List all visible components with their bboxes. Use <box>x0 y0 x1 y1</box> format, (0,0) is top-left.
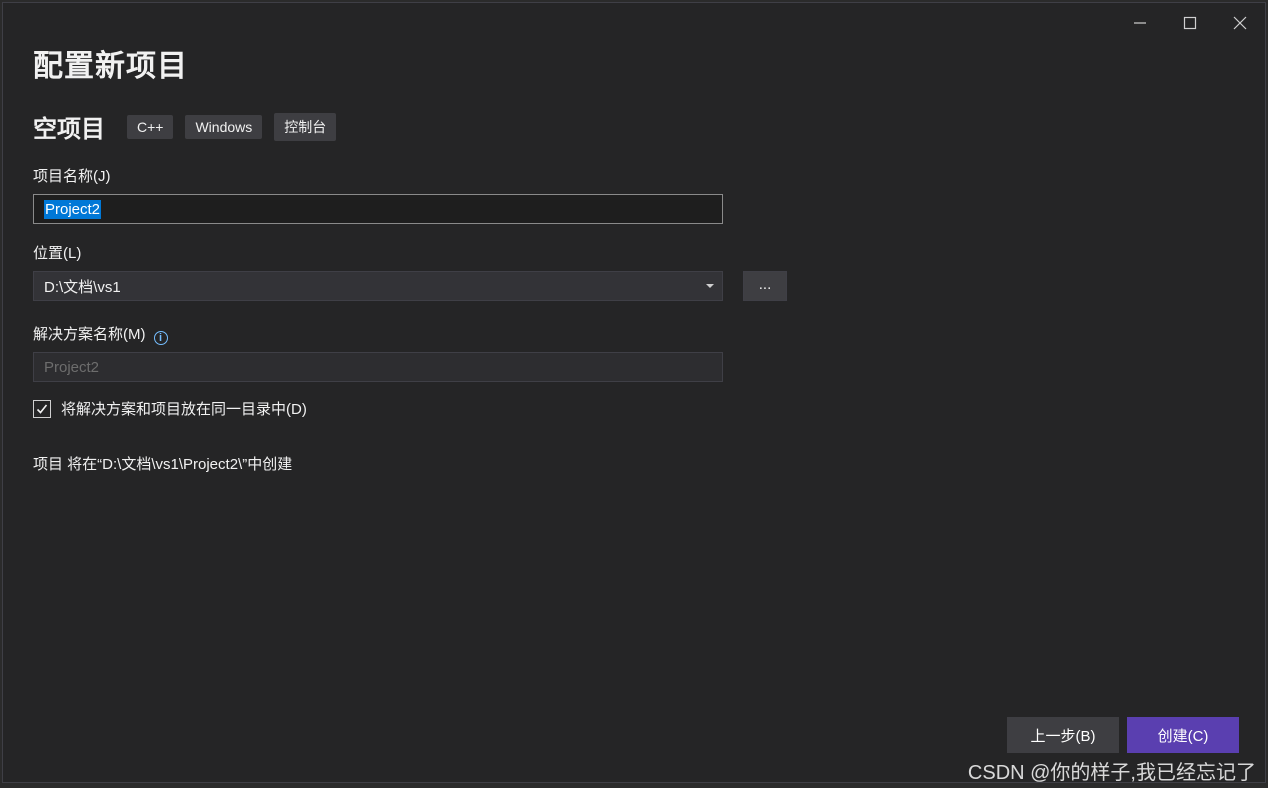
watermark: CSDN @你的样子,我已经忘记了 <box>967 762 1256 784</box>
close-icon <box>1233 16 1247 30</box>
maximize-icon <box>1183 16 1197 30</box>
location-label: 位置(L) <box>33 245 82 262</box>
close-button[interactable] <box>1215 3 1265 43</box>
template-tag-windows: Windows <box>185 114 263 139</box>
solution-name-input: Project2 <box>33 352 723 382</box>
solution-name-label-row: 解决方案名称(M) i <box>33 323 168 345</box>
create-button[interactable]: 创建(C) <box>1127 717 1239 753</box>
location-value: D:\文档\vs1 <box>44 278 121 296</box>
info-icon[interactable]: i <box>153 331 168 345</box>
back-button[interactable]: 上一步(B) <box>1007 717 1119 753</box>
minimize-button[interactable] <box>1115 3 1165 43</box>
project-name-label: 项目名称(J) <box>33 168 111 185</box>
location-combobox[interactable]: D:\文档\vs1 <box>33 271 723 301</box>
same-directory-checkbox[interactable] <box>33 399 51 418</box>
maximize-button[interactable] <box>1165 3 1215 43</box>
project-name-input[interactable]: Project2 <box>33 194 723 224</box>
template-summary: 空项目 C++ Windows 控制台 <box>33 109 348 144</box>
dialog-window: 配置新项目 空项目 C++ Windows 控制台 项目名称(J) Projec… <box>2 2 1266 783</box>
window-controls <box>1115 3 1265 43</box>
project-name-value: Project2 <box>44 199 102 219</box>
solution-name-value: Project2 <box>44 358 100 376</box>
checkmark-icon <box>36 404 48 414</box>
minimize-icon <box>1134 22 1146 24</box>
solution-name-label: 解决方案名称(M) <box>33 326 146 343</box>
browse-button[interactable]: ... <box>743 271 787 301</box>
template-name: 空项目 <box>33 116 105 143</box>
page-title: 配置新项目 <box>33 50 188 83</box>
template-tag-cpp: C++ <box>127 114 174 139</box>
same-directory-label: 将解决方案和项目放在同一目录中(D) <box>61 401 307 418</box>
same-directory-option[interactable]: 将解决方案和项目放在同一目录中(D) <box>33 398 307 419</box>
template-tag-console: 控制台 <box>274 112 337 141</box>
chevron-down-icon[interactable] <box>706 284 714 288</box>
creation-path-note: 项目 将在“D:\文档\vs1\Project2\”中创建 <box>33 456 293 473</box>
